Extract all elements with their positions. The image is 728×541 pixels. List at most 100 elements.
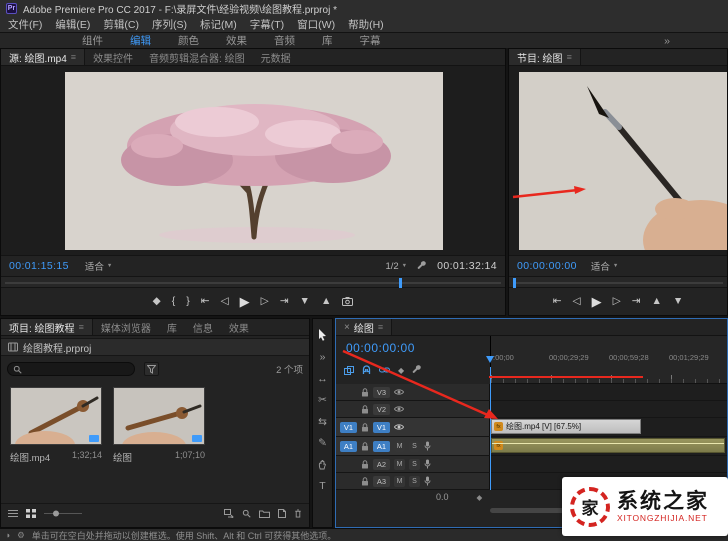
playhead-line[interactable] <box>490 367 491 490</box>
panel-menu-icon[interactable]: ≡ <box>567 52 572 62</box>
project-item-thumbnail[interactable] <box>10 387 102 445</box>
workspace-color[interactable]: 颜色 <box>178 33 199 48</box>
clip-name[interactable]: 绘图 <box>113 450 132 464</box>
workspace-effects[interactable]: 效果 <box>226 33 247 48</box>
track-a2-content[interactable] <box>490 456 727 472</box>
source-video-preview[interactable] <box>65 72 443 250</box>
menu-window[interactable]: 窗口(W) <box>297 17 335 32</box>
mark-out-icon[interactable]: } <box>186 296 190 307</box>
track-select-tool-icon[interactable]: » <box>320 352 326 363</box>
list-view-icon[interactable] <box>8 509 18 518</box>
mark-in-icon[interactable]: { <box>172 296 176 307</box>
razor-tool-icon[interactable]: ✂ <box>318 395 327 406</box>
source-zoom-select[interactable]: 适合 ▼ <box>85 259 112 273</box>
tab-media-browser[interactable]: 媒体浏览器 <box>93 319 159 335</box>
solo-button[interactable]: S <box>409 475 420 487</box>
insert-icon[interactable]: ▼ <box>300 296 310 307</box>
source-playhead[interactable] <box>399 278 403 288</box>
source-patch-slot[interactable] <box>340 404 357 415</box>
audio-gain-rubber-band[interactable] <box>492 443 724 444</box>
goto-out-icon[interactable]: ⇥ <box>632 296 641 307</box>
tab-project[interactable]: 项目: 绘图教程 ≡ <box>1 319 93 335</box>
tab-program-monitor[interactable]: 节目: 绘图 ≡ <box>509 49 581 65</box>
filter-bin-icon[interactable] <box>144 362 159 376</box>
zoom-slider[interactable] <box>44 509 82 518</box>
tab-effects[interactable]: 效果 <box>221 319 257 335</box>
program-video-preview[interactable] <box>519 72 727 250</box>
ripple-edit-tool-icon[interactable]: ↔ <box>317 373 328 385</box>
type-tool-icon[interactable]: T <box>319 480 325 492</box>
goto-in-icon[interactable]: ⇤ <box>553 296 562 307</box>
workspace-titles[interactable]: 字幕 <box>360 33 381 48</box>
timeline-audio-clip[interactable]: fx <box>491 438 725 453</box>
tab-info[interactable]: 信息 <box>185 319 221 335</box>
lock-icon[interactable] <box>361 459 369 469</box>
program-playhead[interactable] <box>513 278 516 288</box>
selection-tool-icon[interactable] <box>318 329 327 341</box>
menu-marker[interactable]: 标记(M) <box>200 17 237 32</box>
track-a1-content[interactable]: fx <box>490 437 727 455</box>
goto-in-icon[interactable]: ⇤ <box>201 296 210 307</box>
step-back-icon[interactable]: ◁ <box>573 296 581 307</box>
menu-title[interactable]: 字幕(T) <box>250 17 284 32</box>
menu-clip[interactable]: 剪辑(C) <box>103 17 139 32</box>
project-file-row[interactable]: 绘图教程.prproj <box>1 338 309 356</box>
track-target-badge[interactable]: A2 <box>373 458 390 470</box>
panel-menu-icon[interactable]: ≡ <box>378 322 383 332</box>
goto-out-icon[interactable]: ⇥ <box>280 296 289 307</box>
step-forward-icon[interactable]: ▷ <box>613 296 621 307</box>
lift-icon[interactable]: ▲ <box>651 296 661 307</box>
source-scrubber[interactable] <box>1 276 505 288</box>
step-forward-icon[interactable]: ▷ <box>261 296 269 307</box>
new-bin-icon[interactable] <box>259 509 270 518</box>
export-frame-icon[interactable] <box>342 297 354 306</box>
snap-icon[interactable] <box>362 365 371 375</box>
track-v1-content[interactable]: fx 绘图.mp4 [V] [67.5%] <box>490 418 727 436</box>
find-icon[interactable] <box>242 509 251 518</box>
tab-audio-clip-mixer[interactable]: 音频剪辑混合器: 绘图 <box>141 49 253 65</box>
lock-icon[interactable] <box>361 476 369 486</box>
track-v3-content[interactable] <box>490 384 727 400</box>
step-back-icon[interactable]: ◁ <box>221 296 229 307</box>
icon-view-icon[interactable] <box>26 509 36 518</box>
search-input-wrap[interactable] <box>7 362 135 376</box>
new-item-icon[interactable] <box>278 509 286 518</box>
voiceover-mic-icon[interactable] <box>424 476 431 486</box>
mute-button[interactable]: M <box>394 475 405 487</box>
menu-file[interactable]: 文件(F) <box>8 17 42 32</box>
workspace-overflow-icon[interactable]: » <box>664 35 670 47</box>
slip-tool-icon[interactable]: ⇆ <box>318 416 327 428</box>
play-icon[interactable]: ▶ <box>240 295 250 308</box>
pen-tool-icon[interactable]: ✎ <box>318 438 327 449</box>
track-v2-content[interactable] <box>490 401 727 417</box>
voiceover-mic-icon[interactable] <box>424 441 431 451</box>
add-marker-icon[interactable]: ◆ <box>153 296 161 307</box>
menu-edit[interactable]: 编辑(E) <box>55 17 90 32</box>
source-patch-slot[interactable] <box>340 387 357 398</box>
track-output-eye-icon[interactable] <box>394 405 404 413</box>
search-input[interactable] <box>26 364 126 374</box>
track-output-eye-icon[interactable] <box>394 423 404 431</box>
solo-button[interactable]: S <box>409 440 420 452</box>
tab-metadata[interactable]: 元数据 <box>253 49 299 65</box>
panel-menu-icon[interactable]: ≡ <box>71 52 76 62</box>
workspace-assembly[interactable]: 组件 <box>82 33 103 48</box>
timeline-video-clip[interactable]: fx 绘图.mp4 [V] [67.5%] <box>491 419 641 434</box>
solo-button[interactable]: S <box>409 458 420 470</box>
source-patch-slot[interactable] <box>340 459 357 470</box>
source-patch-badge[interactable]: A1 <box>340 440 357 452</box>
linked-selection-icon[interactable] <box>379 366 390 374</box>
master-gain-value[interactable]: 0.0 <box>436 492 449 502</box>
lock-icon[interactable] <box>361 387 369 397</box>
add-marker-icon[interactable]: ◆ <box>398 366 404 375</box>
settings-wrench-icon[interactable] <box>417 261 427 271</box>
nest-sequence-icon[interactable] <box>344 365 354 375</box>
track-output-eye-icon[interactable] <box>394 388 404 396</box>
mute-button[interactable]: M <box>394 440 405 452</box>
workspace-audio[interactable]: 音频 <box>274 33 295 48</box>
automate-to-sequence-icon[interactable] <box>224 509 234 518</box>
clip-name[interactable]: 绘图.mp4 <box>10 450 50 464</box>
contrast-icon[interactable]: ◑ <box>5 531 10 540</box>
gear-icon[interactable]: ⚙ <box>17 531 25 540</box>
extract-icon[interactable]: ▼ <box>673 296 683 307</box>
